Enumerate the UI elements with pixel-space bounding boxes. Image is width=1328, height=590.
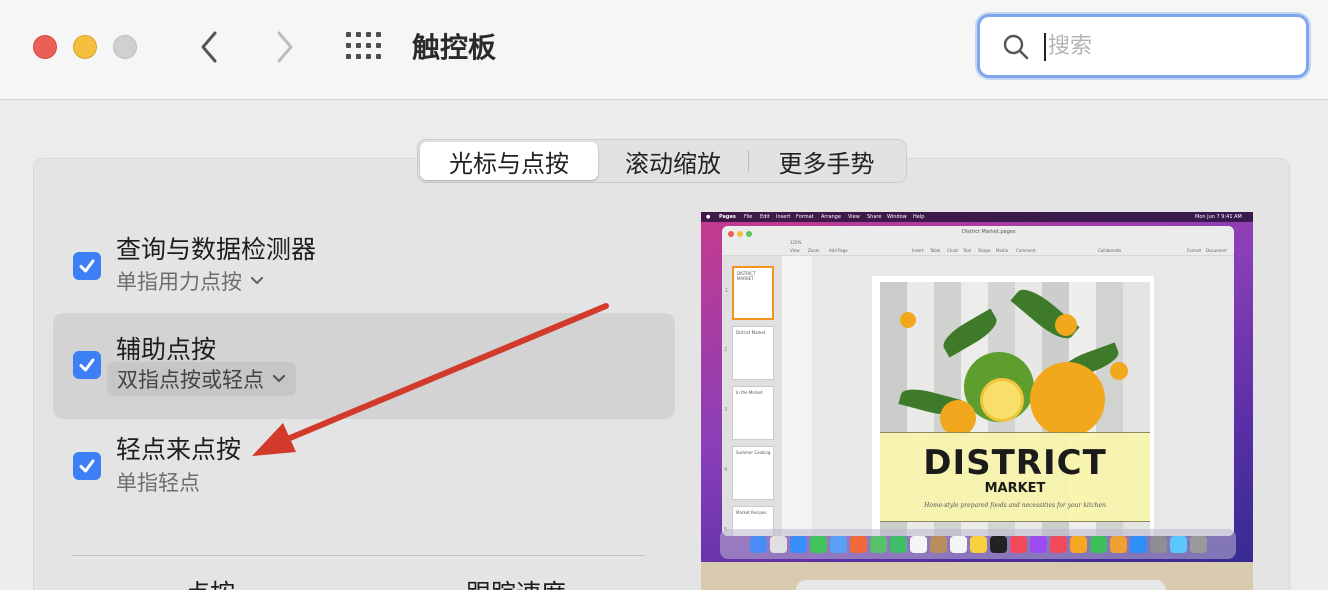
menubar-app: Pages (719, 214, 736, 220)
search-field[interactable] (977, 14, 1309, 78)
page-thumbnail[interactable]: 4 Summer Cooking (724, 446, 774, 500)
document-canvas: DISTRICT MARKET Home-style prepared food… (812, 256, 1234, 536)
preview-menubar: ● Pages File Edit Insert Format Arrange … (701, 212, 1253, 222)
cover-tagline: Home-style prepared foods and necessitie… (924, 502, 1106, 509)
search-input[interactable] (1048, 29, 1288, 63)
pages-window: District Market.pages 125% View Zoom Add… (722, 226, 1234, 536)
toolbar-label: Media (996, 248, 1009, 253)
preview-dock (720, 529, 1236, 559)
page-thumbnail[interactable]: 1 DISTRICT MARKET (725, 266, 774, 320)
page-thumbnail[interactable]: 2 District Market (724, 326, 774, 380)
menubar-item: Arrange (821, 214, 841, 220)
menubar-item: View (848, 214, 860, 220)
traffic-lights-icon (728, 231, 752, 237)
fruit-photo: DISTRICT MARKET Home-style prepared food… (880, 282, 1150, 536)
document-page: DISTRICT MARKET Home-style prepared food… (872, 276, 1154, 536)
toolbar-label: Zoom (808, 248, 820, 253)
toolbar-label: Document (1206, 248, 1227, 253)
toolbar-label: Chart (947, 248, 958, 253)
gesture-preview-image: ● Pages File Edit Insert Format Arrange … (701, 212, 1253, 590)
toolbar-label: Format (1187, 248, 1202, 253)
annotation-arrow-icon (252, 303, 609, 456)
toolbar-label: View (790, 248, 800, 253)
zoom-value: 125% (790, 240, 802, 245)
section-divider (71, 555, 645, 556)
desk-surface (701, 562, 1253, 590)
text-caret (1044, 33, 1046, 61)
menubar-item: Edit (760, 214, 770, 220)
toolbar-label: Add Page (829, 248, 848, 253)
menubar-item: File (744, 214, 753, 220)
menubar-clock: Mon Jun 7 9:41 AM (1195, 214, 1242, 220)
tracking-speed-label: 跟踪速度 (466, 574, 566, 590)
toolbar-label: Table (930, 248, 941, 253)
click-label: 点按 (185, 574, 235, 590)
toolbar-label: Comment (1016, 248, 1036, 253)
document-title: District Market.pages (962, 229, 1016, 235)
cover-subtitle: MARKET (984, 481, 1046, 496)
toolbar-label: Collaborate (1098, 248, 1122, 253)
tab-more-gestures[interactable]: 更多手势 (749, 142, 904, 180)
menubar-item: Window (887, 214, 907, 220)
toolbar-label: Insert (912, 248, 924, 253)
page-thumbnail[interactable]: 3 In the Market (724, 386, 774, 440)
menubar-item: Insert (776, 214, 791, 220)
menubar-item: Format (796, 214, 814, 220)
cover-title: DISTRICT (923, 443, 1107, 483)
pages-toolbar: District Market.pages 125% View Zoom Add… (722, 226, 1234, 256)
menubar-item: Share (867, 214, 882, 220)
apple-logo-icon: ● (706, 214, 711, 220)
page-thumbnails-sidebar: 1 DISTRICT MARKET 2 District Market 3 In… (722, 256, 782, 536)
toolbar-label: Text (963, 248, 972, 253)
toolbar-label: Shape (978, 248, 991, 253)
menubar-item: Help (913, 214, 925, 220)
search-icon (1003, 34, 1029, 60)
cover-banner: DISTRICT MARKET Home-style prepared food… (880, 432, 1150, 522)
